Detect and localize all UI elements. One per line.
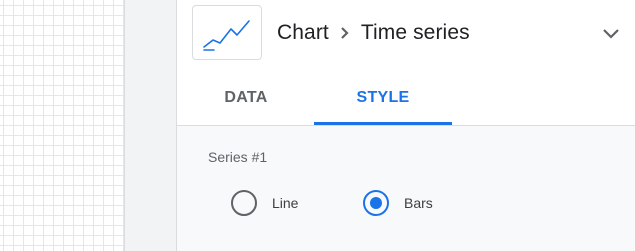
style-section: Series #1 Line Bars — [177, 126, 635, 251]
radio-unchecked-icon[interactable] — [231, 190, 257, 216]
radio-line-label: Line — [272, 195, 299, 211]
chevron-down-icon[interactable] — [599, 22, 623, 46]
chart-type-selector[interactable]: Chart Time series — [177, 0, 635, 71]
breadcrumb-root: Chart — [277, 21, 329, 44]
report-canvas-grid[interactable] — [0, 0, 124, 251]
canvas-margin — [124, 0, 176, 251]
report-editor: Chart Time series DATA STYLE Series #1 L… — [0, 0, 635, 251]
breadcrumb-current: Time series — [360, 21, 470, 44]
tab-data[interactable]: DATA — [179, 71, 313, 125]
properties-panel: Chart Time series DATA STYLE Series #1 L… — [176, 0, 635, 251]
panel-tabs: DATA STYLE — [177, 71, 635, 126]
radio-bars-label: Bars — [404, 195, 433, 211]
series-label: Series #1 — [208, 149, 268, 165]
tab-style[interactable]: STYLE — [314, 71, 452, 125]
active-tab-indicator — [314, 122, 452, 125]
radio-line[interactable]: Line — [231, 190, 298, 216]
chevron-right-icon — [339, 25, 351, 41]
timeseries-chart-icon[interactable] — [192, 5, 262, 60]
breadcrumb: Chart Time series — [277, 18, 470, 48]
radio-dot — [370, 197, 382, 209]
radio-checked-icon[interactable] — [363, 190, 389, 216]
radio-bars[interactable]: Bars — [363, 190, 433, 216]
